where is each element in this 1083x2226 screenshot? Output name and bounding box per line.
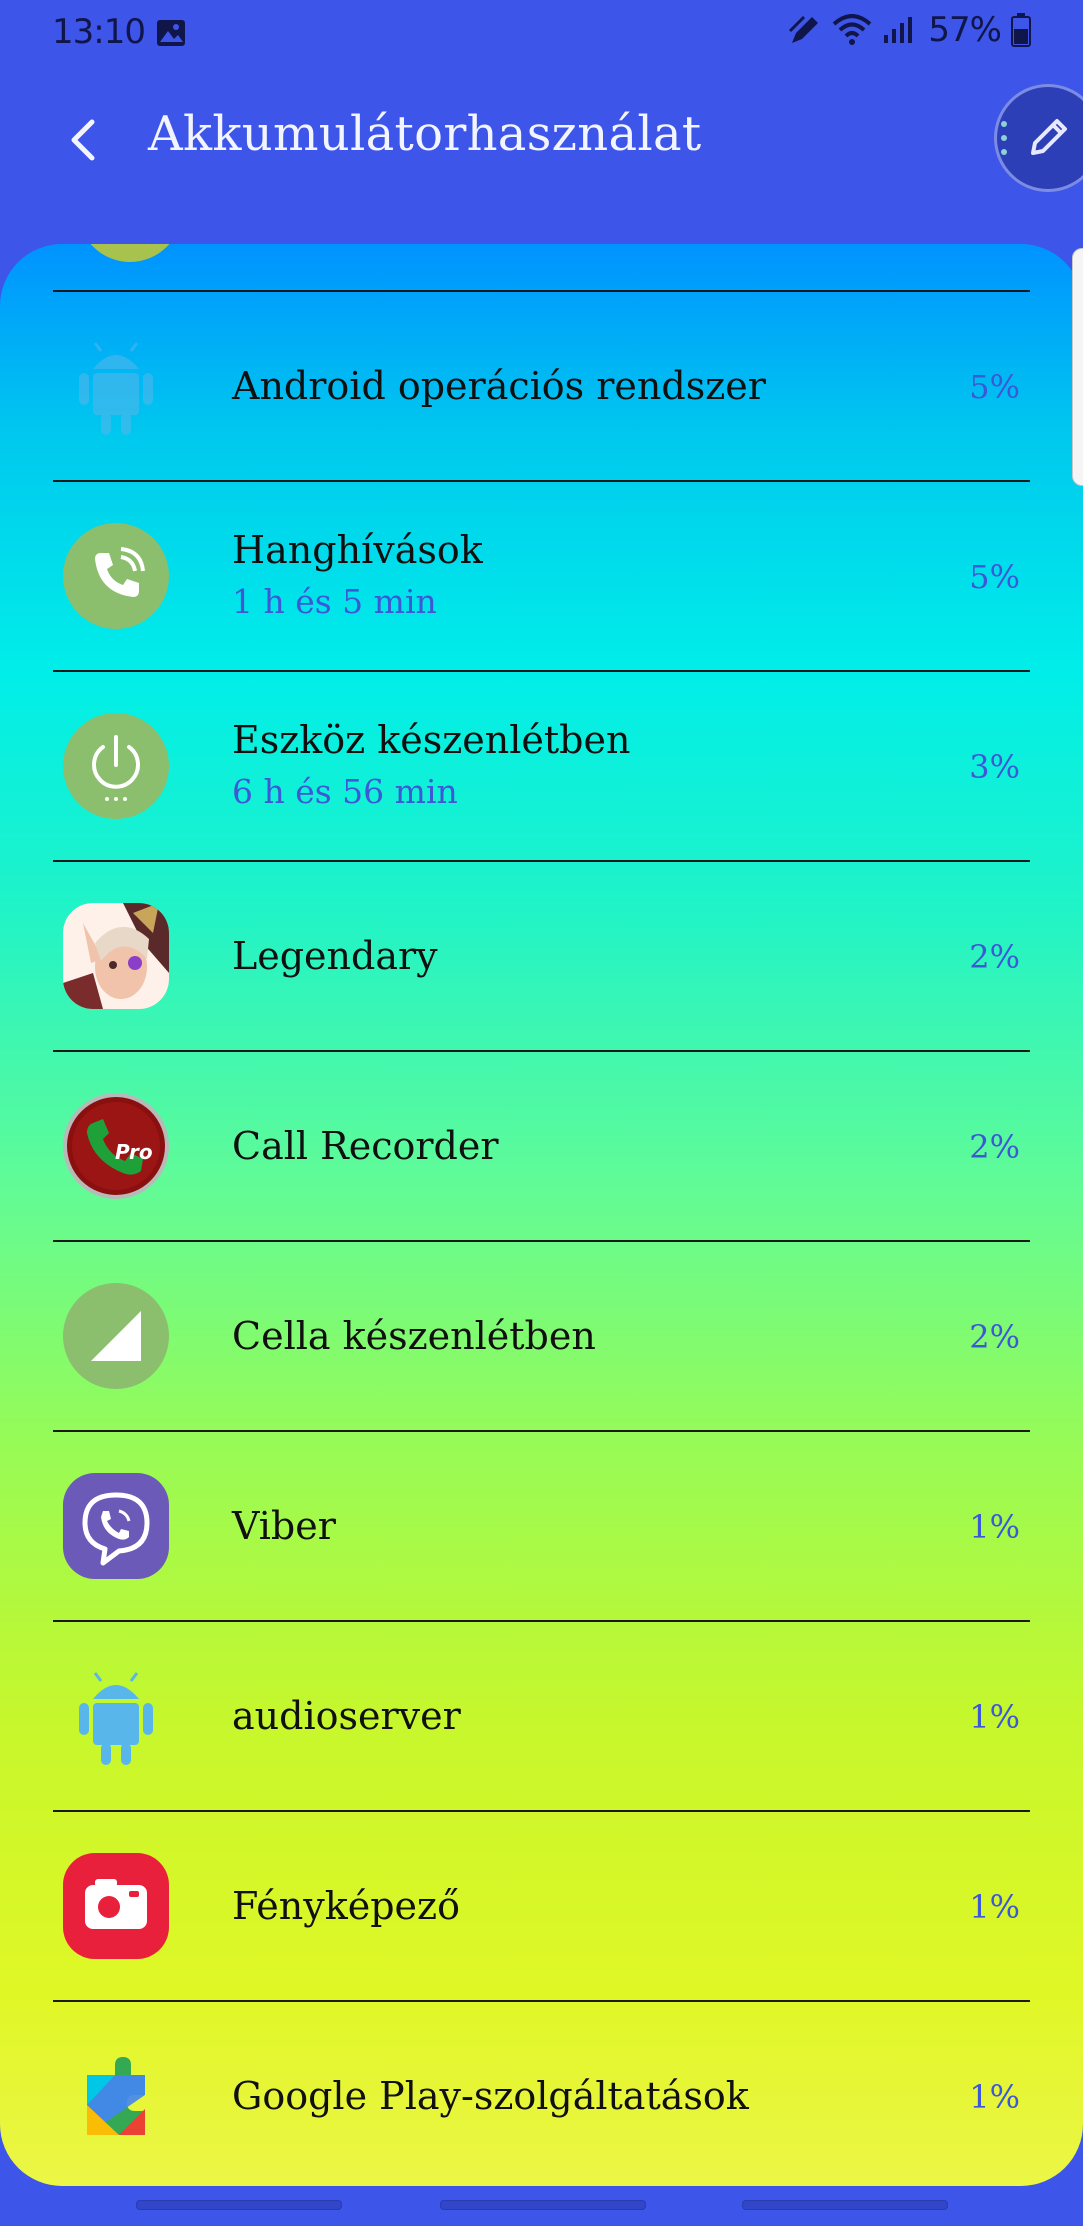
item-label: Legendary [232,934,438,978]
item-percent: 5% [969,558,1020,596]
item-duration: 6 h és 56 min [232,772,458,811]
nav-back-button[interactable] [742,2200,948,2210]
battery-usage-list: Android operációs rendszer 5% Hanghíváso… [0,244,1083,2186]
battery-percent: 57% [928,10,1002,50]
list-item-legendary[interactable]: Legendary 2% [0,862,1083,1050]
back-button[interactable] [58,112,114,168]
status-bar: 13:10 57% [0,0,1083,64]
wifi-icon [832,14,872,46]
item-percent: 1% [969,1698,1020,1736]
android-icon [63,1663,169,1769]
item-label: Eszköz készenlétben [232,718,631,762]
item-percent: 3% [969,748,1020,786]
battery-icon [1011,13,1031,47]
item-percent: 2% [969,1318,1020,1356]
nav-recents-button[interactable] [136,2200,342,2210]
pencil-icon [1031,119,1067,155]
item-label: audioserver [232,1694,461,1738]
status-time: 13:10 [52,12,146,52]
item-percent: 1% [969,1888,1020,1926]
previous-item-icon [78,244,182,262]
list-item-device-idle[interactable]: Eszköz készenlétben 6 h és 56 min 3% [0,672,1083,860]
list-item-google-play-services[interactable]: Google Play-szolgáltatások 1% [0,2002,1083,2186]
gallery-icon [156,16,186,56]
item-percent: 5% [969,368,1020,406]
item-label: Call Recorder [232,1124,499,1168]
call-recorder-pro-icon: Pro [63,1093,169,1199]
signal-icon [882,15,913,45]
item-percent: 1% [969,1508,1020,1546]
camera-icon [63,1853,169,1959]
list-item-viber[interactable]: Viber 1% [0,1432,1083,1620]
item-label: Google Play-szolgáltatások [232,2074,749,2118]
phone-call-icon [63,523,169,629]
list-item-android-os[interactable]: Android operációs rendszer 5% [0,292,1083,480]
power-icon [63,713,169,819]
item-label: Viber [232,1504,336,1548]
svg-text:Pro: Pro [115,1140,153,1164]
item-duration: 1 h és 5 min [232,582,437,621]
item-percent: 2% [969,938,1020,976]
list-item-camera[interactable]: Fényképező 1% [0,1812,1083,2000]
item-percent: 1% [969,2078,1020,2116]
pen-icon [788,13,822,47]
cell-signal-icon [63,1283,169,1389]
item-label: Fényképező [232,1884,460,1928]
chevron-left-icon [71,119,95,161]
viber-icon [63,1473,169,1579]
item-label: Cella készenlétben [232,1314,596,1358]
nav-home-button[interactable] [440,2200,646,2210]
legendary-game-icon [63,903,169,1009]
item-label: Hanghívások [232,528,483,572]
list-item-cell-standby[interactable]: Cella készenlétben 2% [0,1242,1083,1430]
list-item-calls[interactable]: Hanghívások 1 h és 5 min 5% [0,482,1083,670]
list-item-audioserver[interactable]: audioserver 1% [0,1622,1083,1810]
app-header: Akkumulátorhasználat [0,64,1083,244]
scrollbar-handle[interactable] [1072,248,1083,486]
status-icons: 57% [788,10,1031,50]
list-item-call-recorder[interactable]: Pro Call Recorder 2% [0,1052,1083,1240]
page-title: Akkumulátorhasználat [148,106,702,162]
navigation-bar [0,2186,1083,2226]
google-play-services-icon [63,2043,169,2149]
android-icon [63,333,169,439]
more-dots-icon [1001,121,1009,163]
item-percent: 2% [969,1128,1020,1166]
item-label: Android operációs rendszer [232,364,766,408]
